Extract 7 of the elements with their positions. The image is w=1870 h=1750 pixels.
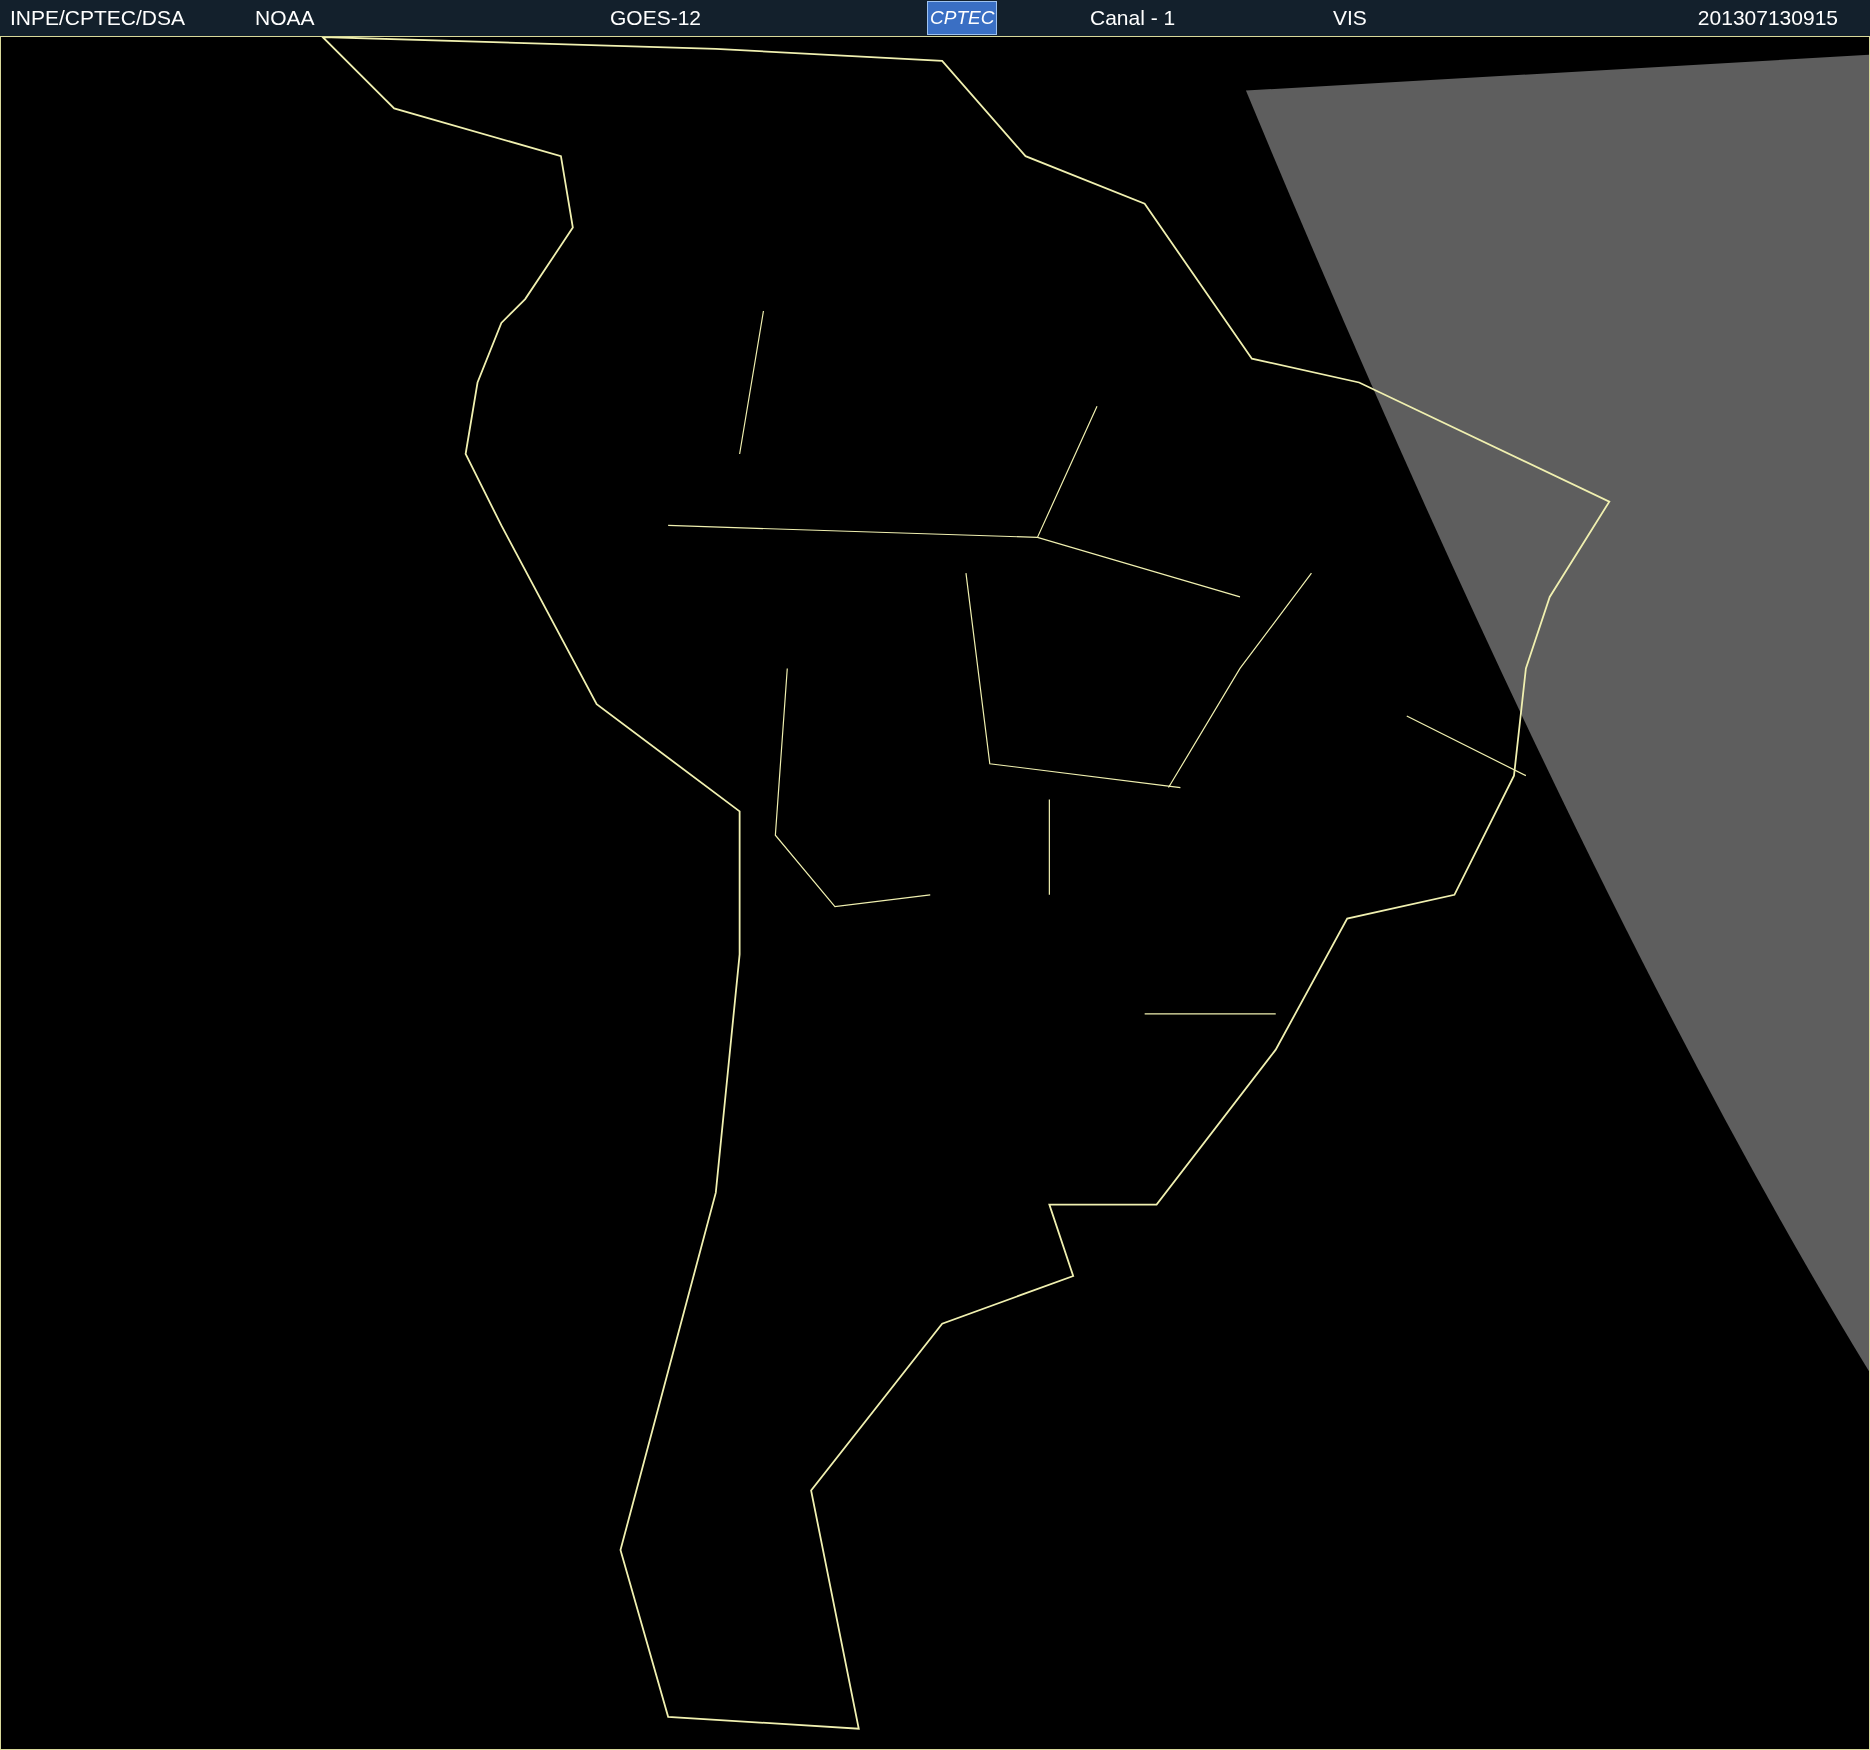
header-label: VIS <box>1333 5 1367 32</box>
header-label: NOAA <box>255 5 315 32</box>
header-label: Canal - 1 <box>1090 5 1176 32</box>
header-label: GOES-12 <box>610 5 702 32</box>
header-label: INPE/CPTEC/DSA <box>10 5 186 32</box>
logo-badge: CPTEC <box>927 1 998 35</box>
header-label: 201307130915 <box>1697 5 1838 32</box>
